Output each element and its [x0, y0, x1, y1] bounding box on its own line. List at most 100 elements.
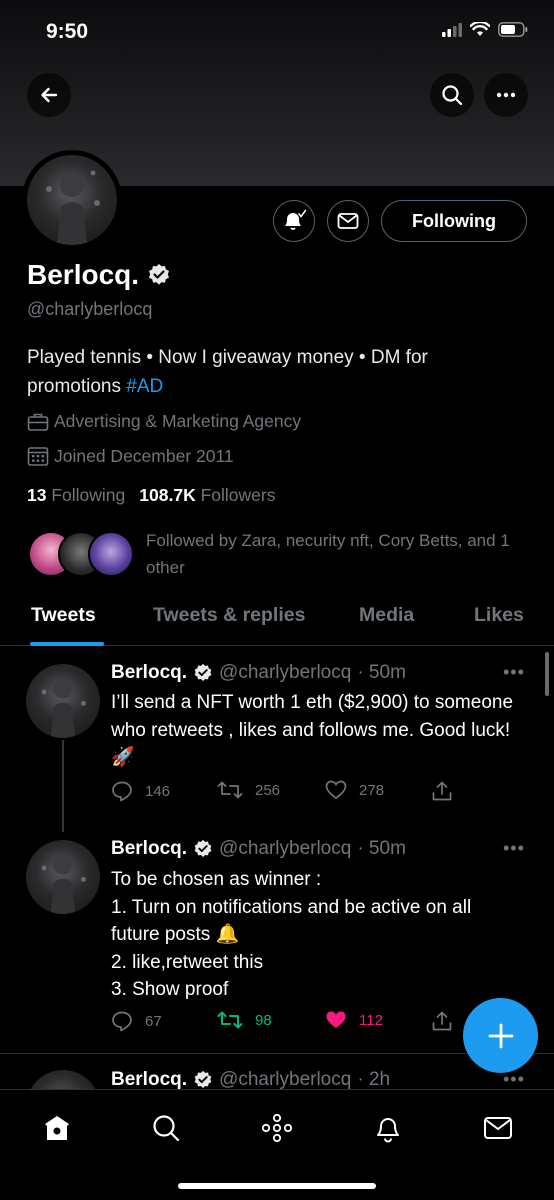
- profile-bio: Played tennis • Now I giveaway money • D…: [27, 343, 527, 401]
- battery-icon: [498, 22, 528, 37]
- retweet-icon: [217, 781, 243, 799]
- wifi-icon: [470, 22, 490, 36]
- nav-notifications[interactable]: [368, 1108, 408, 1148]
- avatar-figure-icon: [41, 678, 87, 738]
- nav-messages[interactable]: [478, 1108, 518, 1148]
- scrollbar[interactable]: [545, 652, 549, 696]
- like-button[interactable]: 112: [325, 1010, 383, 1030]
- tweet-more-icon[interactable]: •••: [503, 838, 525, 859]
- share-button[interactable]: [431, 780, 453, 802]
- tweet-time: · 50m: [357, 662, 406, 683]
- retweet-count: 98: [255, 1011, 272, 1029]
- tweet-author-handle[interactable]: @charlyberlocq: [219, 1069, 351, 1091]
- tweet-author-name[interactable]: Berlocq.: [111, 662, 187, 684]
- retweet-count: 256: [255, 781, 281, 799]
- retweet-button[interactable]: 256: [217, 780, 280, 800]
- reply-button[interactable]: 67: [111, 1010, 162, 1032]
- spaces-icon: [261, 1113, 293, 1143]
- profile-avatar[interactable]: [22, 150, 122, 250]
- profile-name-row: Berlocq.: [27, 259, 171, 291]
- thread-line: [62, 740, 64, 832]
- tweet-author-handle[interactable]: @charlyberlocq: [219, 838, 351, 860]
- like-count: 112: [359, 1011, 383, 1029]
- avatar-figure-icon: [41, 854, 87, 914]
- tweet-time: · 50m: [357, 838, 406, 859]
- home-indicator[interactable]: [178, 1183, 376, 1189]
- tab-likes[interactable]: Likes: [474, 604, 524, 627]
- message-button[interactable]: [327, 200, 369, 242]
- heart-icon: [326, 1011, 346, 1028]
- like-button[interactable]: 278: [325, 780, 384, 800]
- heart-icon: [325, 780, 347, 800]
- tweet-text-line: future posts 🔔: [111, 924, 240, 945]
- tweet-avatar[interactable]: [26, 664, 100, 738]
- tweet-text-line: To be chosen as winner :: [111, 869, 322, 890]
- more-icon: [496, 92, 516, 98]
- share-button[interactable]: [431, 1010, 453, 1032]
- verified-badge-icon: [194, 1070, 212, 1088]
- profile-tabs: Tweets Tweets & replies Media Likes: [0, 596, 554, 646]
- back-button[interactable]: [27, 73, 71, 117]
- following-count-link[interactable]: 13 Following: [27, 485, 125, 506]
- nav-search[interactable]: [146, 1108, 186, 1148]
- tweet-text-line: 1. Turn on notifications and be active o…: [111, 896, 472, 918]
- reply-icon: [112, 1011, 132, 1032]
- category-text: Advertising & Marketing Agency: [54, 411, 302, 431]
- tweet-author-name[interactable]: Berlocq.: [111, 1069, 187, 1091]
- tweet-text: I’ll send a NFT worth 1 eth ($2,900) to …: [111, 692, 514, 768]
- more-button[interactable]: [484, 73, 528, 117]
- home-icon: [45, 1116, 69, 1140]
- plus-icon: [488, 1023, 513, 1048]
- verified-badge-icon: [194, 839, 212, 857]
- bell-check-icon: [285, 209, 307, 230]
- joined-text: Joined December 2011: [54, 446, 234, 466]
- bio-text: Played tennis • Now I giveaway money • D…: [27, 347, 428, 397]
- calendar-icon: [27, 447, 49, 466]
- tweet-author-handle[interactable]: @charlyberlocq: [219, 662, 351, 684]
- signal-icon: [442, 22, 462, 37]
- retweet-icon: [217, 1011, 243, 1029]
- arrow-left-icon: [41, 87, 58, 103]
- following-button[interactable]: Following: [381, 200, 527, 242]
- profile-category: Advertising & Marketing Agency: [27, 411, 301, 432]
- bio-hashtag-link[interactable]: #AD: [126, 376, 163, 397]
- search-icon: [153, 1115, 180, 1142]
- tweet-header: Berlocq. @charlyberlocq · 50m: [111, 838, 406, 860]
- profile-handle: @charlyberlocq: [27, 299, 153, 319]
- tweet-text-line: 2. like,retweet this: [111, 951, 264, 973]
- tweet-author-name[interactable]: Berlocq.: [111, 838, 187, 860]
- tab-tweets[interactable]: Tweets: [31, 604, 96, 627]
- verified-badge-icon: [149, 264, 170, 285]
- tweet-more-icon[interactable]: •••: [503, 662, 525, 683]
- tweet-actions: 67 98 112: [111, 1010, 461, 1040]
- profile-name: Berlocq.: [27, 259, 140, 290]
- follower-avatar: [88, 531, 134, 577]
- envelope-icon: [484, 1117, 512, 1139]
- search-icon: [442, 85, 463, 106]
- like-count: 278: [359, 781, 385, 799]
- reply-count: 146: [145, 782, 171, 800]
- compose-tweet-button[interactable]: [463, 998, 538, 1073]
- tweet-avatar[interactable]: [26, 840, 100, 914]
- bell-icon: [377, 1118, 399, 1143]
- tweet-text: To be chosen as winner : 1. Turn on noti…: [111, 866, 531, 1004]
- tab-media[interactable]: Media: [359, 604, 414, 627]
- reply-count: 67: [145, 1012, 162, 1030]
- reply-icon: [112, 781, 132, 802]
- reply-button[interactable]: 146: [111, 780, 170, 802]
- status-bar: 9:50: [0, 0, 554, 66]
- verified-badge-icon: [194, 663, 212, 681]
- retweet-button[interactable]: 98: [217, 1010, 272, 1030]
- followed-by-text[interactable]: Followed by Zara, necurity nft, Cory Bet…: [146, 527, 526, 581]
- nav-home[interactable]: [37, 1108, 77, 1148]
- followers-count-link[interactable]: 108.7K Followers: [139, 485, 275, 506]
- search-button[interactable]: [430, 73, 474, 117]
- active-tab-indicator: [30, 642, 104, 646]
- follow-counts: 13 Following 108.7K Followers: [27, 485, 275, 506]
- notifications-toggle-button[interactable]: [273, 200, 315, 242]
- nav-spaces[interactable]: [257, 1108, 297, 1148]
- tab-tweets-replies[interactable]: Tweets & replies: [153, 604, 305, 627]
- tweet-text-line: 3. Show proof: [111, 979, 229, 1000]
- followed-by-avatars[interactable]: [28, 531, 136, 579]
- tweet-time: · 2h: [357, 1069, 391, 1090]
